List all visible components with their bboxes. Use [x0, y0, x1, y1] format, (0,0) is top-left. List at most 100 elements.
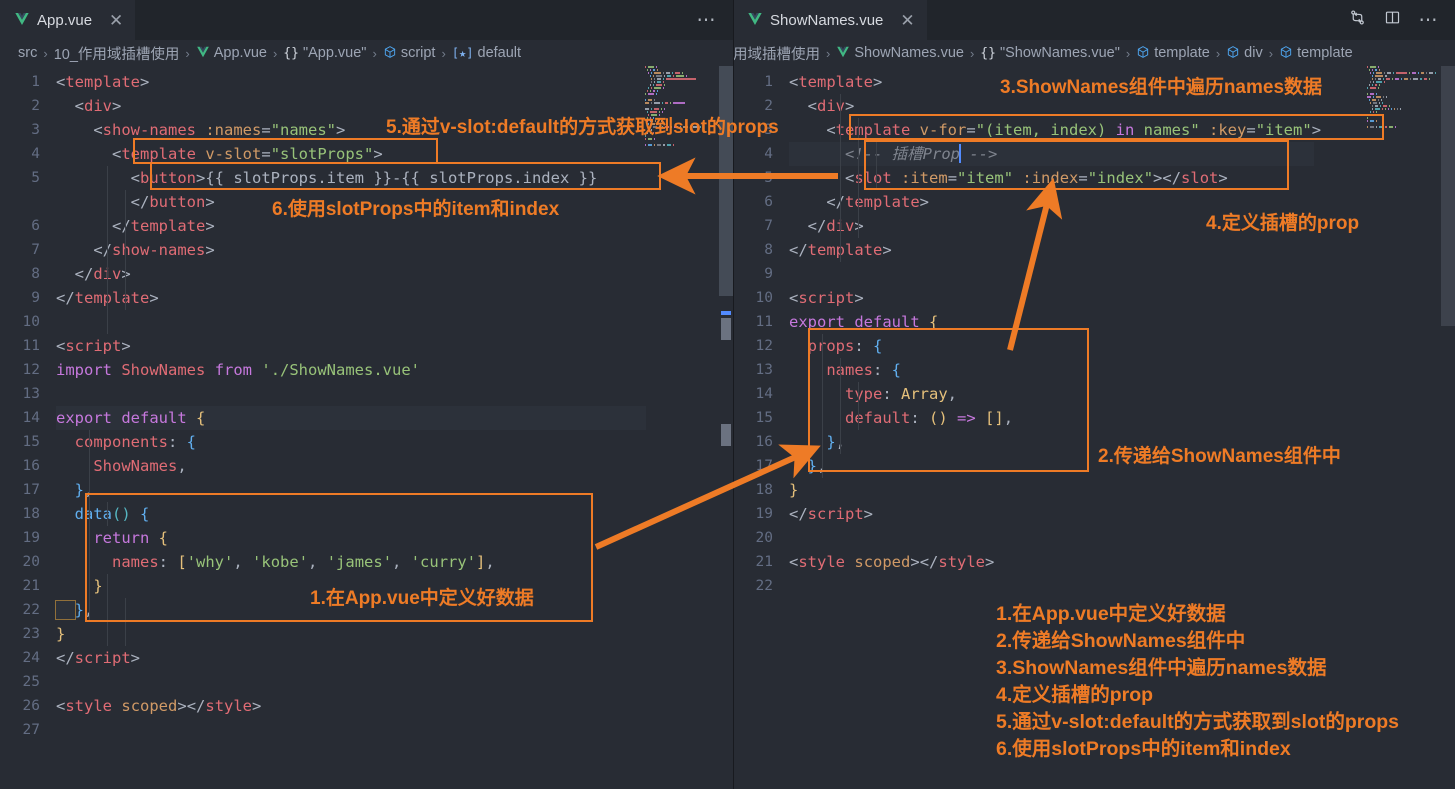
code-line[interactable]: 26 <style scoped></style>	[0, 694, 597, 718]
code-line[interactable]: 10	[0, 310, 597, 334]
code-line[interactable]: 5 <button>{{ slotProps.item }}-{{ slotPr…	[0, 166, 597, 190]
scrollbar-vertical-right[interactable]	[1441, 66, 1455, 789]
code-line[interactable]: 25	[0, 670, 597, 694]
line-number: 24	[22, 650, 40, 666]
code-token: </	[789, 241, 808, 259]
minimap-line	[1363, 78, 1441, 81]
minimap-token	[649, 120, 653, 122]
minimap-token	[1388, 105, 1390, 107]
breadcrumb-item[interactable]: script	[383, 45, 435, 61]
code-line[interactable]: 3 <template v-for="(item, index) in name…	[733, 118, 1321, 142]
code-line[interactable]: 21 <style scoped></style>	[733, 550, 1321, 574]
close-icon[interactable]: ✕	[109, 12, 123, 29]
breadcrumb-item[interactable]: 用域插槽使用	[733, 43, 820, 64]
code-line[interactable]: 4 <!-- 插槽Prop -->	[733, 142, 1321, 166]
code-token: =	[1246, 121, 1256, 139]
tab-shownames-vue[interactable]: ShowNames.vue ✕	[733, 0, 927, 40]
code-line[interactable]: 19 </script>	[733, 502, 1321, 526]
breadcrumb-item[interactable]: div	[1226, 45, 1263, 61]
line-number: 18	[755, 482, 773, 498]
code-line[interactable]: 4 <template v-slot="slotProps">	[0, 142, 597, 166]
code-line[interactable]: 3 <show-names :names="names">	[0, 118, 597, 142]
indent-guide	[822, 334, 823, 478]
code-token: :index	[1022, 169, 1079, 187]
breadcrumb-item[interactable]: src	[18, 45, 37, 61]
code-line[interactable]: 6 </template>	[0, 214, 597, 238]
breadcrumb-item[interactable]: ShowNames.vue	[836, 45, 964, 61]
minimap-token	[1374, 69, 1377, 71]
breadcrumb-separator: ›	[826, 45, 831, 61]
code-editor-right[interactable]: 1 <template> 2 <div> 3 <template v-for="(it…	[733, 66, 1455, 789]
minimap-token	[649, 75, 651, 77]
minimap-token	[1368, 69, 1370, 71]
minimap-right	[1363, 66, 1441, 789]
minimap-line	[1363, 93, 1441, 96]
breadcrumb-item[interactable]: 10_作用域插槽使用	[54, 43, 180, 64]
line-number: 2	[764, 98, 773, 114]
code-line[interactable]: 9	[733, 262, 1321, 286]
more-actions-icon[interactable]: ⋯	[697, 11, 718, 30]
code-line[interactable]: 2 <div>	[0, 94, 597, 118]
breadcrumb-item[interactable]: template	[1136, 45, 1210, 61]
code-line[interactable]: 27	[0, 718, 597, 742]
scrollbar-vertical-left[interactable]	[719, 66, 733, 789]
code-line[interactable]: 8 </template>	[733, 238, 1321, 262]
minimap-line	[641, 147, 719, 150]
more-actions-icon[interactable]: ⋯	[1419, 11, 1440, 30]
code-line[interactable]: 1 <template>	[733, 70, 1321, 94]
code-line[interactable]: 23}	[0, 622, 597, 646]
minimap-token	[646, 132, 648, 134]
minimap-token	[1370, 81, 1372, 83]
code-line[interactable]: 24 </script>	[0, 646, 597, 670]
minimap-token	[649, 69, 651, 71]
code-line[interactable]: 11 <script>	[0, 334, 597, 358]
code-line[interactable]: 1 <template>	[0, 70, 597, 94]
code-line[interactable]: 20	[733, 526, 1321, 550]
scrollbar-thumb[interactable]	[1441, 66, 1455, 326]
code-line[interactable]: 12 import ShowNames from './ShowNames.vue…	[0, 358, 597, 382]
indent-guide	[107, 574, 108, 646]
code-line[interactable]: 10 <script>	[733, 286, 1321, 310]
code-token: {	[158, 529, 169, 547]
breadcrumb-item[interactable]: {} "ShowNames.vue"	[980, 45, 1120, 61]
minimap-token	[656, 66, 657, 68]
line-number: 20	[755, 530, 773, 546]
code-line[interactable]: </button>	[0, 190, 597, 214]
code-line[interactable]: 2 <div>	[733, 94, 1321, 118]
minimap-token	[648, 87, 650, 89]
breadcrumb-item[interactable]: App.vue	[196, 45, 267, 61]
code-line[interactable]: 9 </template>	[0, 286, 597, 310]
symbol-module-icon	[1226, 45, 1240, 61]
code-line[interactable]: 7 </div>	[733, 214, 1321, 238]
split-compare-icon[interactable]	[1349, 9, 1366, 31]
minimap-token	[1380, 99, 1382, 101]
tab-app-vue[interactable]: App.vue ✕	[0, 0, 136, 40]
scrollbar-thumb[interactable]	[719, 66, 733, 296]
close-icon[interactable]: ✕	[900, 12, 914, 29]
code-line[interactable]: 14 export default {	[0, 406, 597, 430]
code-line[interactable]: 22	[733, 574, 1321, 598]
code-line[interactable]: 18}	[733, 478, 1321, 502]
code-line[interactable]: 5 <slot :item="item" :index="index"></sl…	[733, 166, 1321, 190]
breadcrumb-item[interactable]: template	[1279, 45, 1353, 61]
pane-divider[interactable]	[733, 0, 734, 789]
code-text: <show-names :names="names">	[56, 118, 597, 142]
minimap-token	[651, 78, 653, 80]
breadcrumb-item[interactable]: {} "App.vue"	[283, 45, 366, 61]
code-line[interactable]: 7 </show-names>	[0, 238, 597, 262]
breadcrumb-item[interactable]: [★] default	[452, 45, 521, 61]
code-line[interactable]: 8 </div>	[0, 262, 597, 286]
minimap-token	[1378, 84, 1380, 86]
code-line[interactable]: 6 </template>	[733, 190, 1321, 214]
code-line[interactable]: 11 export default {	[733, 310, 1321, 334]
line-number: 22	[755, 578, 773, 594]
split-editor-icon[interactable]	[1384, 9, 1401, 31]
code-editor-left[interactable]: 1 <template> 2 <div> 3 <show-names :names="…	[0, 66, 733, 789]
code-line[interactable]: 13	[0, 382, 597, 406]
